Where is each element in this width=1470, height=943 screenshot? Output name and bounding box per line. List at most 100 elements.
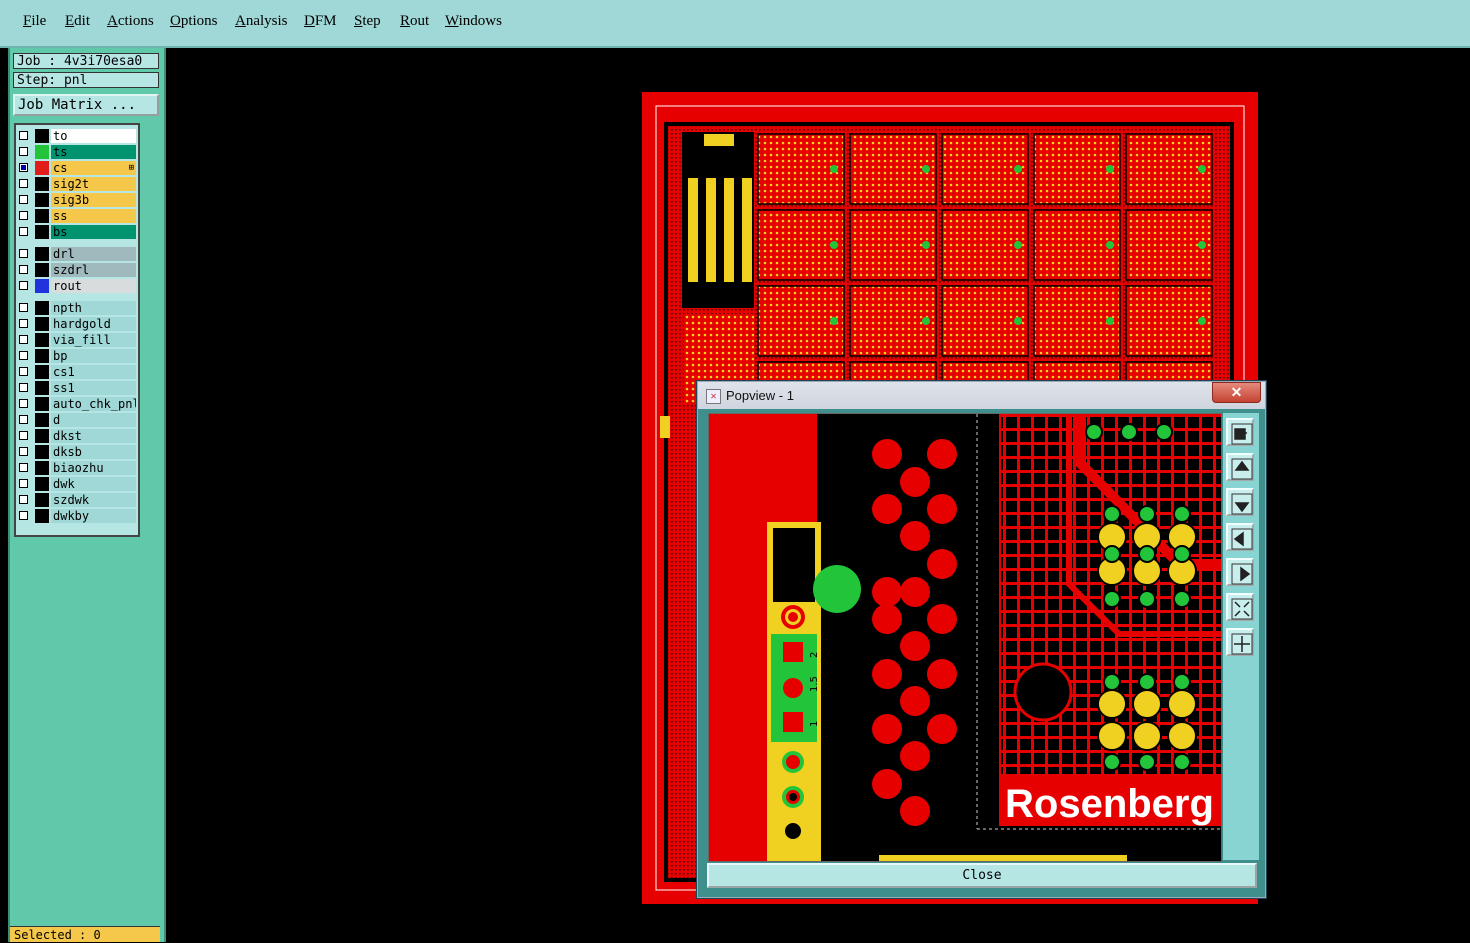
layer-color-swatch[interactable] — [35, 445, 49, 459]
layer-name[interactable]: sig2t — [51, 177, 136, 191]
layer-row-dksb[interactable]: dksb — [16, 445, 136, 459]
layer-row-npth[interactable]: npth — [16, 301, 136, 315]
layer-checkbox[interactable] — [19, 463, 28, 472]
layer-checkbox[interactable] — [19, 265, 28, 274]
layer-checkbox[interactable] — [19, 367, 28, 376]
layer-row-bs[interactable]: bs — [16, 225, 136, 239]
layer-name[interactable]: dwk — [51, 477, 136, 491]
menu-step[interactable]: Step — [354, 13, 381, 30]
layer-name[interactable]: dkst — [51, 429, 136, 443]
layer-color-swatch[interactable] — [35, 145, 49, 159]
layer-row-cs[interactable]: cs ⊞ — [16, 161, 136, 175]
layer-color-swatch[interactable] — [35, 247, 49, 261]
layer-name[interactable]: dwkby — [51, 509, 136, 523]
layer-row-ts[interactable]: ts — [16, 145, 136, 159]
layer-checkbox[interactable] — [19, 399, 28, 408]
layer-checkbox[interactable] — [19, 415, 28, 424]
layer-color-swatch[interactable] — [35, 333, 49, 347]
layer-row-ss[interactable]: ss — [16, 209, 136, 223]
menu-edit[interactable]: Edit — [65, 13, 90, 30]
layer-checkbox[interactable] — [19, 147, 28, 156]
layer-row-d[interactable]: d — [16, 413, 136, 427]
layer-color-swatch[interactable] — [35, 317, 49, 331]
layer-name[interactable]: hardgold — [51, 317, 136, 331]
layer-row-dwk[interactable]: dwk — [16, 477, 136, 491]
layer-checkbox[interactable] — [19, 447, 28, 456]
layer-checkbox[interactable] — [19, 163, 28, 172]
zoom-window-button[interactable] — [1226, 418, 1254, 446]
layer-row-szdrl[interactable]: szdrl — [16, 263, 136, 277]
layer-name[interactable]: to — [51, 129, 136, 143]
layer-color-swatch[interactable] — [35, 365, 49, 379]
layer-row-sig2t[interactable]: sig2t — [16, 177, 136, 191]
menu-file[interactable]: File — [23, 13, 46, 30]
layer-name[interactable]: auto_chk_pnl — [51, 397, 136, 411]
menu-dfm[interactable]: DFM — [304, 13, 337, 30]
layer-checkbox[interactable] — [19, 249, 28, 258]
layer-color-swatch[interactable] — [35, 279, 49, 293]
layer-row-hardgold[interactable]: hardgold — [16, 317, 136, 331]
zoom-out-button[interactable] — [1226, 628, 1254, 656]
layer-checkbox[interactable] — [19, 195, 28, 204]
layer-name[interactable]: drl — [51, 247, 136, 261]
layer-name[interactable]: biaozhu — [51, 461, 136, 475]
menu-windows[interactable]: Windows — [445, 13, 502, 30]
layer-row-bp[interactable]: bp — [16, 349, 136, 363]
layer-color-swatch[interactable] — [35, 397, 49, 411]
layer-color-swatch[interactable] — [35, 509, 49, 523]
layer-color-swatch[interactable] — [35, 263, 49, 277]
layer-name[interactable]: ts — [51, 145, 136, 159]
layer-name[interactable]: rout — [51, 279, 136, 293]
layer-name[interactable]: via_fill — [51, 333, 136, 347]
layer-color-swatch[interactable] — [35, 413, 49, 427]
layer-row-sig3b[interactable]: sig3b — [16, 193, 136, 207]
pan-right-button[interactable] — [1226, 558, 1254, 586]
layer-row-via-fill[interactable]: via_fill — [16, 333, 136, 347]
layer-checkbox[interactable] — [19, 351, 28, 360]
layer-color-swatch[interactable] — [35, 349, 49, 363]
layer-name[interactable]: sig3b — [51, 193, 136, 207]
layer-row-szdwk[interactable]: szdwk — [16, 493, 136, 507]
layer-checkbox[interactable] — [19, 383, 28, 392]
layer-row-ss1[interactable]: ss1 — [16, 381, 136, 395]
layer-color-swatch[interactable] — [35, 209, 49, 223]
layer-name[interactable]: bp — [51, 349, 136, 363]
layer-checkbox[interactable] — [19, 479, 28, 488]
job-matrix-button[interactable]: Job Matrix ... — [13, 94, 159, 116]
layer-name[interactable]: ss — [51, 209, 136, 223]
layer-color-swatch[interactable] — [35, 493, 49, 507]
layer-checkbox[interactable] — [19, 431, 28, 440]
popview-canvas[interactable]: 2 1.5 1 Rosenberg — [708, 413, 1222, 862]
popview-titlebar[interactable]: ✕ Popview - 1 — [698, 382, 1265, 409]
layer-checkbox[interactable] — [19, 335, 28, 344]
layer-color-swatch[interactable] — [35, 177, 49, 191]
layer-name[interactable]: bs — [51, 225, 136, 239]
layer-color-swatch[interactable] — [35, 161, 49, 175]
layer-checkbox[interactable] — [19, 511, 28, 520]
layer-row-auto-chk-pnl[interactable]: auto_chk_pnl — [16, 397, 136, 411]
layer-row-cs1[interactable]: cs1 — [16, 365, 136, 379]
layer-row-rout[interactable]: rout — [16, 279, 136, 293]
pan-up-button[interactable] — [1226, 453, 1254, 481]
layer-name[interactable]: npth — [51, 301, 136, 315]
pan-down-button[interactable] — [1226, 488, 1254, 516]
layer-name[interactable]: szdrl — [51, 263, 136, 277]
layer-color-swatch[interactable] — [35, 129, 49, 143]
layer-row-dwkby[interactable]: dwkby — [16, 509, 136, 523]
layer-color-swatch[interactable] — [35, 301, 49, 315]
layer-row-to[interactable]: to — [16, 129, 136, 143]
menu-rout[interactable]: Rout — [400, 13, 429, 30]
layer-name[interactable]: cs ⊞ — [51, 161, 136, 175]
layer-color-swatch[interactable] — [35, 225, 49, 239]
layer-checkbox[interactable] — [19, 303, 28, 312]
layer-row-dkst[interactable]: dkst — [16, 429, 136, 443]
pan-left-button[interactable] — [1226, 523, 1254, 551]
layer-row-drl[interactable]: drl — [16, 247, 136, 261]
layer-name[interactable]: cs1 — [51, 365, 136, 379]
menu-analysis[interactable]: Analysis — [235, 13, 288, 30]
layer-color-swatch[interactable] — [35, 477, 49, 491]
layer-checkbox[interactable] — [19, 131, 28, 140]
layer-checkbox[interactable] — [19, 179, 28, 188]
layer-color-swatch[interactable] — [35, 461, 49, 475]
menu-options[interactable]: Options — [170, 13, 218, 30]
